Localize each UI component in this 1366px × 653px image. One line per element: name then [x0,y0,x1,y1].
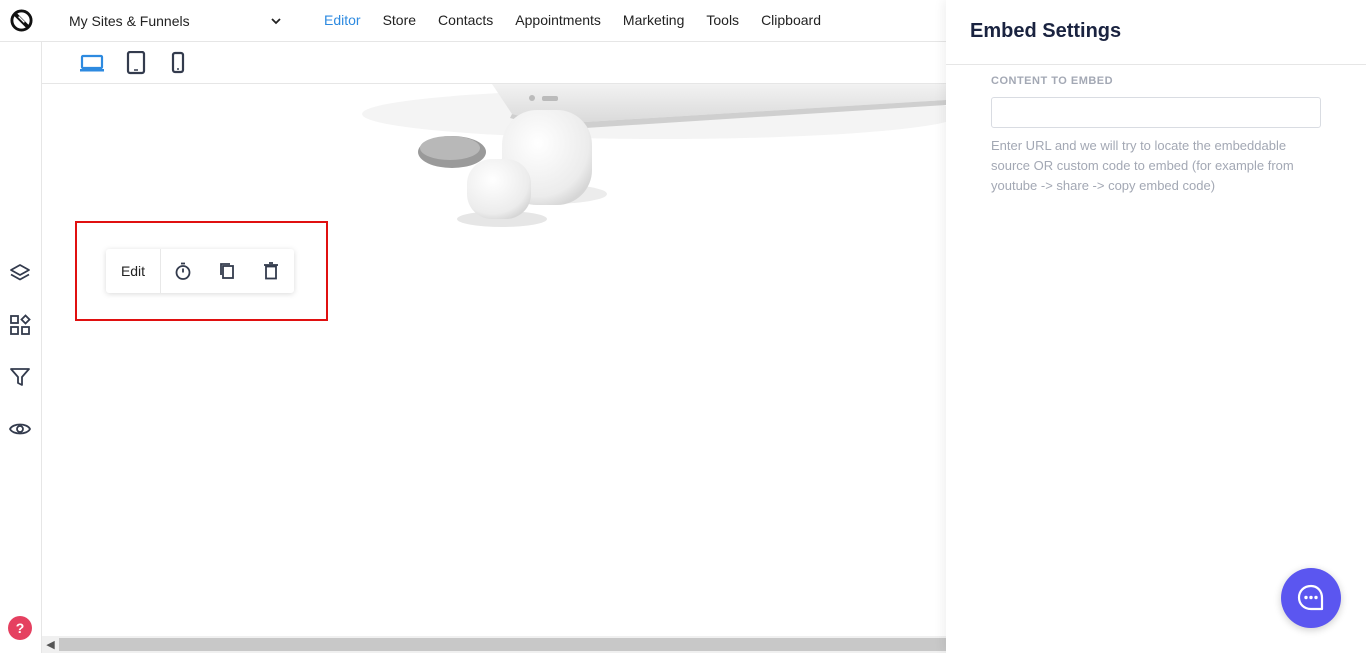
timer-button[interactable] [161,249,205,293]
layers-icon[interactable] [9,262,31,284]
filter-icon[interactable] [9,366,31,388]
device-preview-bar [42,42,946,84]
chevron-down-icon [271,18,281,25]
chat-bubble-icon [1297,584,1324,611]
duplicate-button[interactable] [205,249,249,293]
widgets-icon[interactable] [9,314,31,336]
app-root: My Sites & Funnels Editor Store Contacts… [0,0,1366,653]
embed-settings-panel: Embed Settings CONTENT TO EMBED Enter UR… [946,0,1366,653]
help-button[interactable]: ? [8,616,32,640]
desktop-icon[interactable] [79,51,105,75]
hero-product-image [362,84,946,227]
brand-logo-icon[interactable] [10,9,33,32]
eye-icon[interactable] [9,418,31,440]
nav-contacts[interactable]: Contacts [438,12,493,28]
nav-clipboard[interactable]: Clipboard [761,12,821,28]
editor-canvas[interactable]: Edit [42,84,946,636]
chat-widget-button[interactable] [1281,568,1341,628]
trash-icon [264,262,278,280]
content-to-embed-label: CONTENT TO EMBED [991,75,1114,87]
scroll-left-icon[interactable]: ◀ [42,636,59,653]
top-navigation: My Sites & Funnels Editor Store Contacts… [0,0,946,42]
timer-icon [175,262,191,280]
panel-title: Embed Settings [970,20,1122,42]
left-sidebar [0,42,42,653]
nav-editor[interactable]: Editor [324,12,361,28]
main-nav: Editor Store Contacts Appointments Marke… [324,12,843,28]
nav-store[interactable]: Store [383,12,416,28]
nav-tools[interactable]: Tools [706,12,739,28]
delete-button[interactable] [249,249,293,293]
site-selector-label: My Sites & Funnels [69,13,190,29]
copy-icon [220,263,234,279]
nav-appointments[interactable]: Appointments [515,12,601,28]
site-selector-dropdown[interactable]: My Sites & Funnels [69,12,282,30]
embed-content-input[interactable] [991,97,1321,128]
scrollbar-thumb[interactable] [59,638,946,651]
nav-marketing[interactable]: Marketing [623,12,684,28]
horizontal-scrollbar[interactable]: ◀ [42,636,946,653]
panel-body: CONTENT TO EMBED Enter URL and we will t… [946,65,1366,206]
element-toolbar: Edit [106,249,294,293]
edit-button[interactable]: Edit [106,249,161,293]
tablet-icon[interactable] [123,51,149,75]
mobile-icon[interactable] [165,51,191,75]
embed-help-text: Enter URL and we will try to locate the … [991,138,1294,193]
help-icon: ? [15,620,25,636]
panel-header: Embed Settings [946,0,1366,65]
